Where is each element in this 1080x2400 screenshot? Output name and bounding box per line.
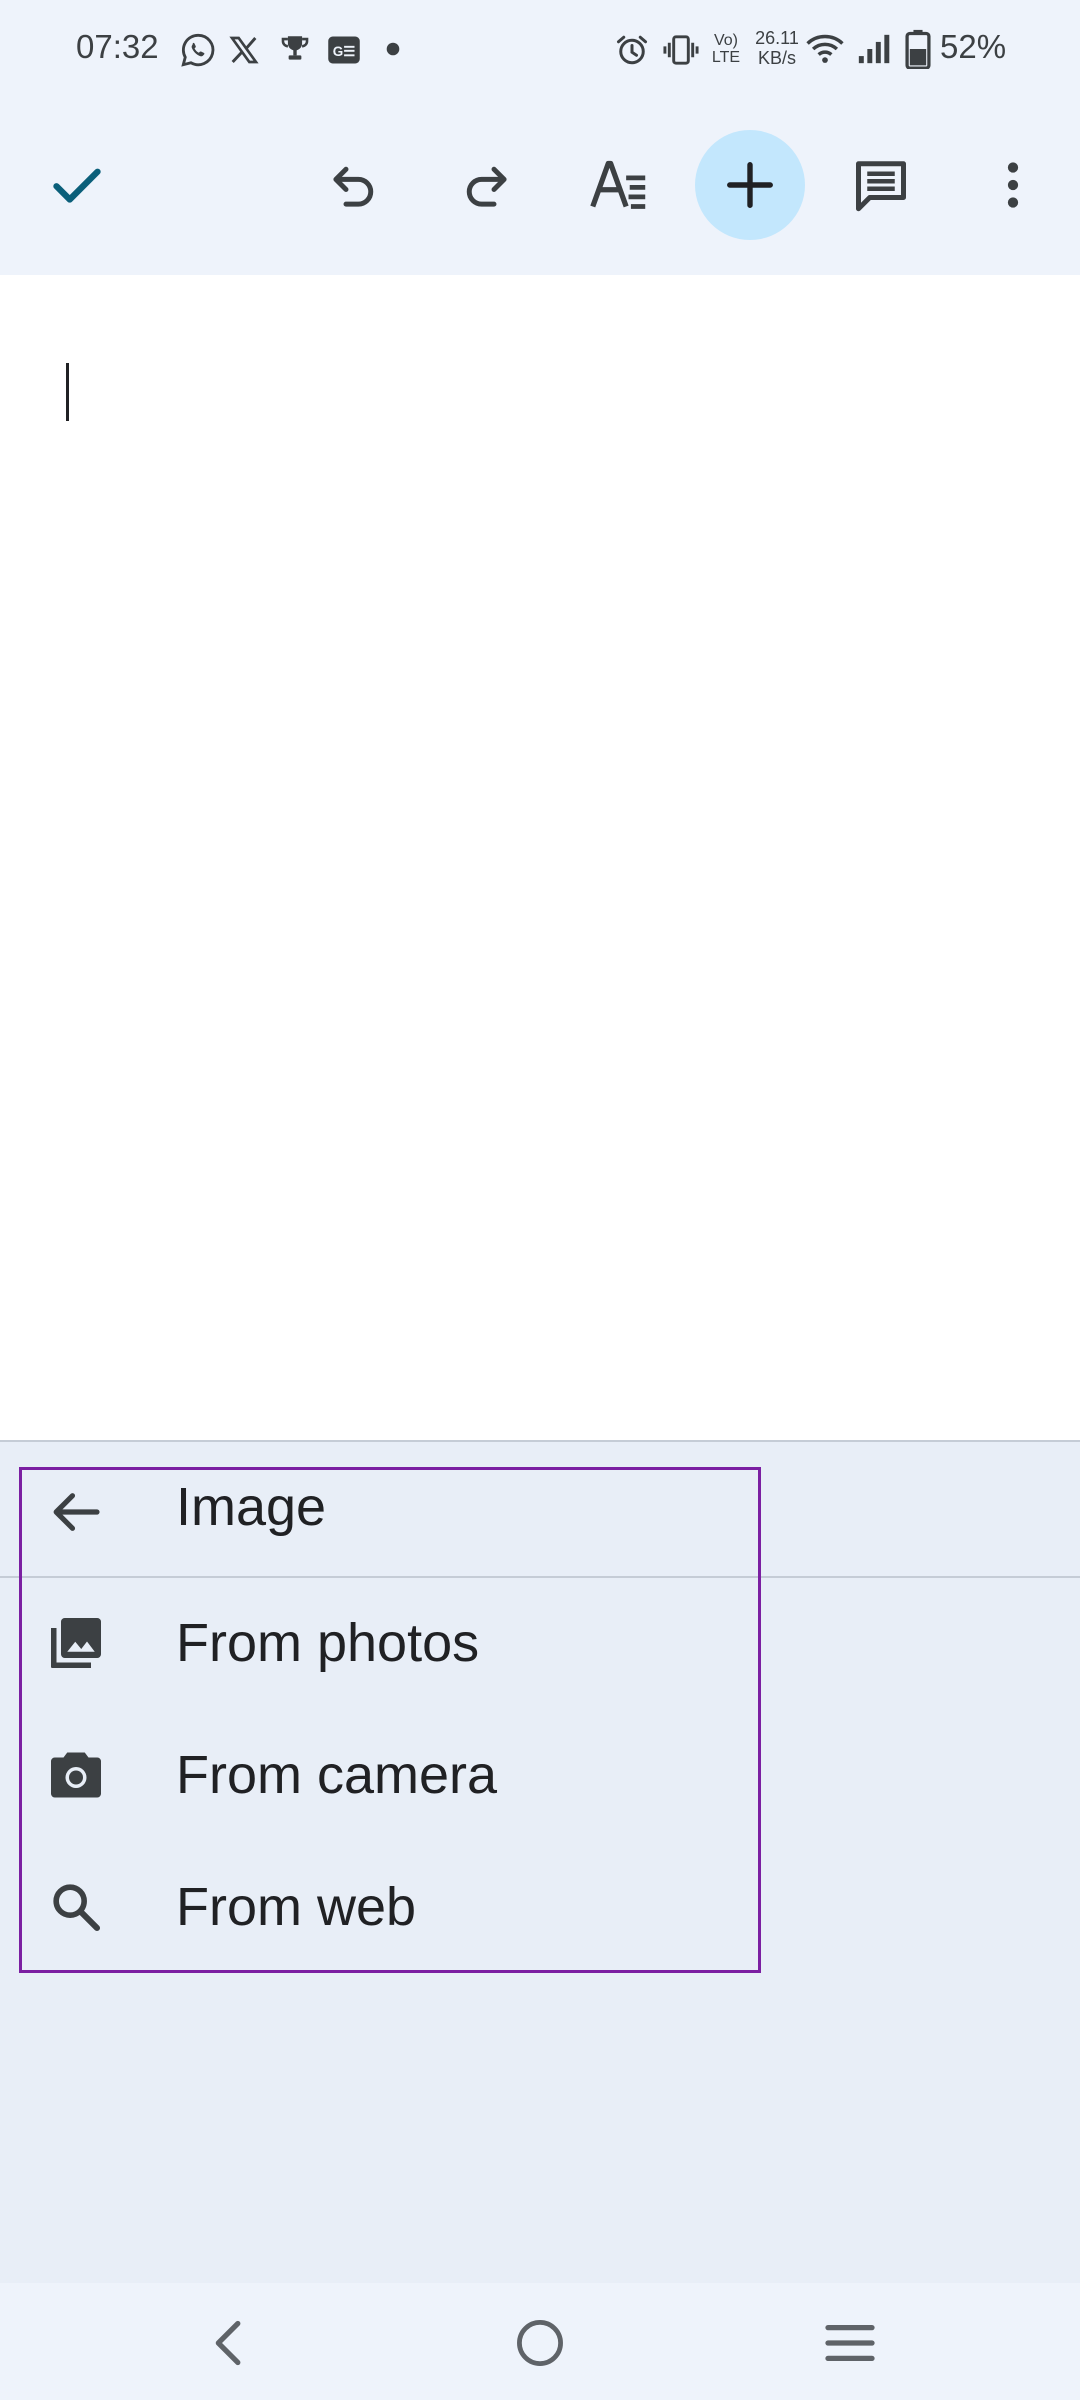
- document-body[interactable]: [0, 275, 1080, 1440]
- menu-item-from-web[interactable]: From web: [0, 1842, 1080, 1972]
- text-format-button[interactable]: [564, 130, 674, 240]
- status-bar: 07:32 G☰ Vo) LTE 26.11 KB/s 52%: [0, 0, 1080, 100]
- redo-button[interactable]: [430, 130, 540, 240]
- undo-icon: [333, 166, 374, 207]
- nav-home-button[interactable]: [485, 2303, 595, 2383]
- system-nav-bar: [0, 2283, 1080, 2400]
- back-button[interactable]: [36, 1472, 116, 1552]
- network-speed: 26.11 KB/s: [755, 28, 799, 68]
- battery-icon: [905, 29, 931, 69]
- svg-text:G☰: G☰: [333, 44, 356, 59]
- vibrate-icon: [663, 35, 699, 65]
- nav-recents-icon: [825, 2324, 875, 2362]
- more-vert-icon: [1007, 162, 1019, 208]
- menu-item-label: From camera: [176, 1745, 498, 1805]
- alarm-icon: [617, 35, 647, 65]
- x-icon: [229, 36, 259, 64]
- search-icon: [36, 1867, 116, 1947]
- comment-button[interactable]: [826, 130, 936, 240]
- screen: 07:32 G☰ Vo) LTE 26.11 KB/s 52% Image Fr…: [0, 0, 1080, 2400]
- insert-button[interactable]: [695, 130, 805, 240]
- whatsapp-icon: [181, 33, 215, 67]
- text-format-icon: [590, 160, 646, 209]
- camera-icon: [36, 1735, 116, 1815]
- volte-indicator: Vo) LTE: [711, 32, 741, 66]
- photo-library-icon: [36, 1603, 116, 1683]
- nav-back-icon: [215, 2320, 241, 2366]
- gallery-app-icon: G☰: [328, 36, 360, 64]
- nav-home-icon: [517, 2320, 563, 2366]
- menu-item-from-photos[interactable]: From photos: [0, 1578, 1080, 1708]
- undo-button[interactable]: [300, 130, 410, 240]
- menu-item-from-camera[interactable]: From camera: [0, 1710, 1080, 1840]
- check-icon: [53, 168, 101, 203]
- panel-title: Image: [176, 1477, 327, 1537]
- nav-recents-button[interactable]: [795, 2303, 905, 2383]
- editor-toolbar: [0, 100, 1080, 275]
- menu-item-label: From photos: [176, 1613, 480, 1673]
- trophy-icon: [281, 36, 309, 60]
- menu-item-label: From web: [176, 1877, 417, 1937]
- status-time: 07:32: [76, 28, 159, 65]
- insert-plus-icon: [727, 162, 773, 208]
- text-cursor: [66, 363, 69, 421]
- more-options-button[interactable]: [958, 130, 1068, 240]
- battery-percent: 52%: [940, 28, 1007, 65]
- panel-header: Image: [0, 1442, 1080, 1578]
- wifi-icon: [806, 34, 844, 63]
- insert-image-panel: Image From photos From camera From web: [0, 1440, 1080, 2285]
- comment-icon: [856, 161, 906, 212]
- done-button[interactable]: [22, 130, 132, 240]
- arrow-back-icon: [53, 1493, 100, 1531]
- nav-back-button[interactable]: [172, 2303, 282, 2383]
- redo-icon: [466, 166, 507, 207]
- dot-icon: [386, 42, 400, 56]
- signal-icon: [858, 34, 890, 64]
